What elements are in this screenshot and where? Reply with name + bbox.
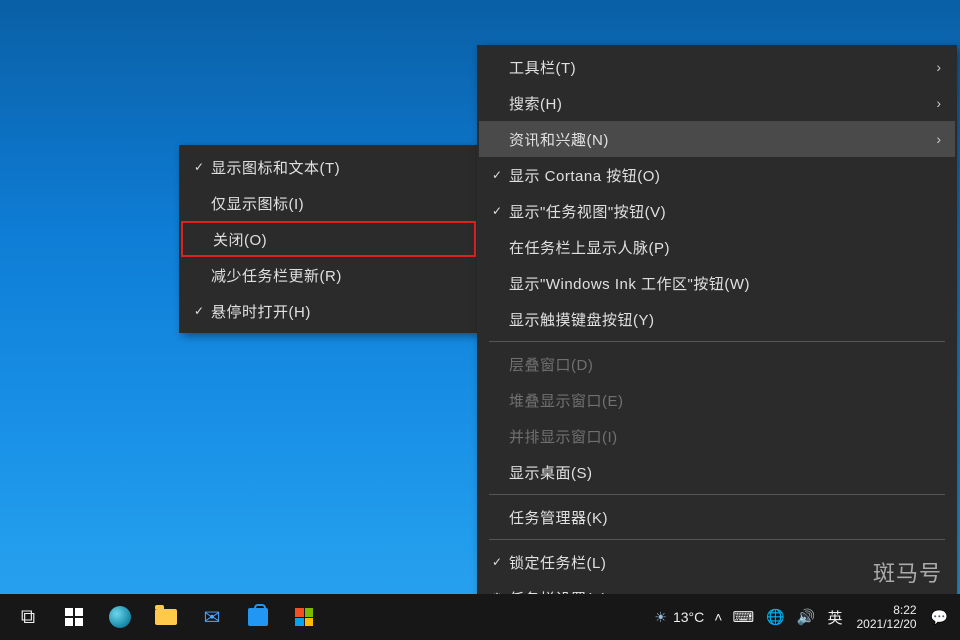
menu-item-search[interactable]: 搜索(H) › xyxy=(479,85,955,121)
submenu-item-reduce-updates[interactable]: 减少任务栏更新(R) xyxy=(181,257,476,293)
submenu-item-turn-off[interactable]: 关闭(O) xyxy=(181,221,476,257)
weather-icon: ☀ xyxy=(654,609,667,626)
start-button[interactable] xyxy=(52,595,96,639)
clock[interactable]: 8:22 2021/12/20 xyxy=(853,603,921,632)
ime-indicator[interactable]: 英 xyxy=(827,607,842,628)
menu-label: 工具栏(T) xyxy=(509,57,936,78)
check-icon: ✓ xyxy=(485,555,509,569)
menu-label: 显示图标和文本(T) xyxy=(211,157,462,178)
submenu-item-icon-only[interactable]: 仅显示图标(I) xyxy=(181,185,476,221)
menu-label: 显示触摸键盘按钮(Y) xyxy=(509,309,941,330)
file-explorer-icon[interactable] xyxy=(144,595,188,639)
menu-item-touch-keyboard-button[interactable]: 显示触摸键盘按钮(Y) xyxy=(479,301,955,337)
watermark: 斑马号 xyxy=(873,556,942,588)
menu-item-cortana-button[interactable]: ✓ 显示 Cortana 按钮(O) xyxy=(479,157,955,193)
notifications-icon[interactable]: 💬 xyxy=(931,609,948,626)
menu-item-cascade-windows: 层叠窗口(D) xyxy=(479,346,955,382)
news-interests-submenu: ✓ 显示图标和文本(T) 仅显示图标(I) 关闭(O) 减少任务栏更新(R) ✓… xyxy=(179,145,478,333)
menu-label: 悬停时打开(H) xyxy=(211,301,462,322)
windows-logo-icon xyxy=(65,608,83,626)
microsoft-logo-icon[interactable] xyxy=(282,595,326,639)
menu-label: 显示"Windows Ink 工作区"按钮(W) xyxy=(509,273,941,294)
menu-separator xyxy=(489,494,945,495)
submenu-item-open-on-hover[interactable]: ✓ 悬停时打开(H) xyxy=(181,293,476,329)
chevron-right-icon: › xyxy=(936,131,941,147)
time: 8:22 xyxy=(857,603,917,617)
menu-item-stack-windows: 堆叠显示窗口(E) xyxy=(479,382,955,418)
task-view-icon[interactable]: ⧉ xyxy=(6,595,50,639)
network-icon[interactable]: 🌐 xyxy=(766,608,785,626)
date: 2021/12/20 xyxy=(857,617,917,631)
system-tray: ☀ 13°C ˄ ⌨ 🌐 🔊 英 8:22 2021/12/20 💬 xyxy=(654,603,954,632)
keyboard-icon[interactable]: ⌨ xyxy=(732,608,754,626)
tray-chevron-up-icon[interactable]: ˄ xyxy=(714,609,722,625)
menu-item-side-by-side: 并排显示窗口(I) xyxy=(479,418,955,454)
menu-label: 在任务栏上显示人脉(P) xyxy=(509,237,941,258)
weather-temp: 13°C xyxy=(673,609,704,625)
menu-label: 显示桌面(S) xyxy=(509,462,941,483)
microsoft-store-icon[interactable] xyxy=(236,595,280,639)
check-icon: ✓ xyxy=(187,160,211,174)
submenu-item-show-icon-text[interactable]: ✓ 显示图标和文本(T) xyxy=(181,149,476,185)
edge-icon[interactable] xyxy=(98,595,142,639)
menu-label: 并排显示窗口(I) xyxy=(509,426,941,447)
menu-item-news-interests[interactable]: 资讯和兴趣(N) › xyxy=(479,121,955,157)
speaker-icon[interactable]: 🔊 xyxy=(797,608,816,626)
menu-item-show-desktop[interactable]: 显示桌面(S) xyxy=(479,454,955,490)
check-icon: ✓ xyxy=(485,204,509,218)
menu-separator xyxy=(489,341,945,342)
taskbar-context-menu: 工具栏(T) › 搜索(H) › 资讯和兴趣(N) › ✓ 显示 Cortana… xyxy=(477,45,957,620)
menu-label: 搜索(H) xyxy=(509,93,936,114)
menu-label: 减少任务栏更新(R) xyxy=(211,265,462,286)
chevron-right-icon: › xyxy=(936,59,941,75)
chevron-right-icon: › xyxy=(936,95,941,111)
check-icon: ✓ xyxy=(187,304,211,318)
menu-label: 资讯和兴趣(N) xyxy=(509,129,936,150)
menu-label: 显示"任务视图"按钮(V) xyxy=(509,201,941,222)
task-pinned-area: ⧉ ✉ xyxy=(6,595,326,639)
menu-label: 仅显示图标(I) xyxy=(211,193,462,214)
menu-item-toolbars[interactable]: 工具栏(T) › xyxy=(479,49,955,85)
menu-label: 显示 Cortana 按钮(O) xyxy=(509,165,941,186)
check-icon: ✓ xyxy=(485,168,509,182)
menu-item-windows-ink-button[interactable]: 显示"Windows Ink 工作区"按钮(W) xyxy=(479,265,955,301)
taskbar: ⧉ ✉ ☀ 13°C ˄ ⌨ 🌐 🔊 英 8:22 2021/12/20 💬 xyxy=(0,594,960,640)
mail-icon[interactable]: ✉ xyxy=(190,595,234,639)
menu-item-task-view-button[interactable]: ✓ 显示"任务视图"按钮(V) xyxy=(479,193,955,229)
menu-separator xyxy=(489,539,945,540)
menu-label: 层叠窗口(D) xyxy=(509,354,941,375)
weather-widget[interactable]: ☀ 13°C xyxy=(654,609,704,626)
tray-icons: ⌨ 🌐 🔊 英 xyxy=(732,607,842,628)
menu-item-people-button[interactable]: 在任务栏上显示人脉(P) xyxy=(479,229,955,265)
menu-item-task-manager[interactable]: 任务管理器(K) xyxy=(479,499,955,535)
menu-label: 任务管理器(K) xyxy=(509,507,941,528)
menu-label: 堆叠显示窗口(E) xyxy=(509,390,941,411)
menu-label: 关闭(O) xyxy=(213,229,460,250)
